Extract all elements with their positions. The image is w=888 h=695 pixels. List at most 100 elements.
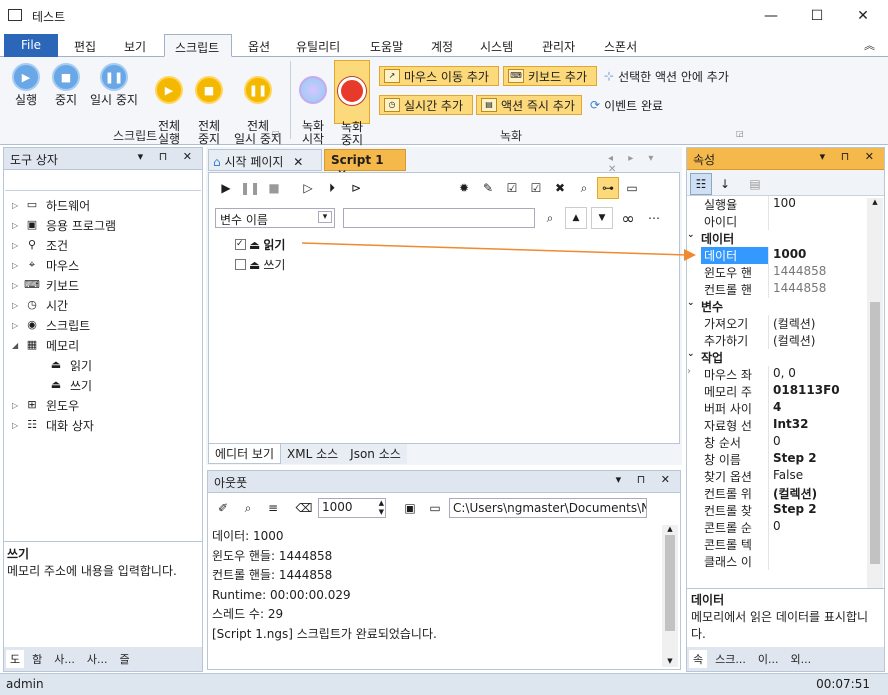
script-node-read[interactable]: ✓ ⏏ 읽기 bbox=[235, 236, 285, 253]
property-row[interactable]: 가져오기 (컬렉션) bbox=[687, 315, 884, 332]
tree-view-icon[interactable]: ⊶ bbox=[597, 177, 619, 199]
group-launcher-icon[interactable]: ◲ bbox=[272, 129, 280, 138]
expand-arrow-icon[interactable]: ▷ bbox=[12, 421, 24, 430]
toolbox-bottom-tab[interactable]: 함 bbox=[28, 650, 46, 668]
tab-account[interactable]: 계정 bbox=[421, 34, 463, 57]
expand-arrow-icon[interactable]: ▷ bbox=[12, 301, 24, 310]
expand-arrow-icon[interactable] bbox=[687, 468, 701, 485]
property-row[interactable]: 윈도우 핸 1444858 bbox=[687, 264, 884, 281]
tab-options[interactable]: 옵션 bbox=[238, 34, 280, 57]
group-launcher-icon-2[interactable]: ◲ bbox=[736, 129, 744, 138]
properties-bottom-tab[interactable]: 외... bbox=[786, 650, 815, 668]
step-into-icon[interactable]: ⏵ bbox=[321, 177, 343, 199]
property-row[interactable]: 데이터 1000 bbox=[687, 247, 884, 264]
tab-admin[interactable]: 관리자 bbox=[532, 34, 585, 57]
tab-script[interactable]: 스크립트 bbox=[164, 34, 232, 57]
add-inside-action-button[interactable]: ⊹ 선택한 액션 안에 추가 bbox=[600, 66, 750, 86]
script-node-write[interactable]: ⏏ 쓰기 bbox=[235, 256, 285, 273]
toolbox-subitem[interactable]: ⏏ 읽기 bbox=[12, 355, 202, 375]
delete-icon[interactable]: ✖ bbox=[549, 177, 571, 199]
collapse-arrow-icon[interactable]: ⌄ bbox=[687, 298, 701, 315]
property-row[interactable]: › 마우스 좌 0, 0 bbox=[687, 366, 884, 383]
expand-arrow-icon[interactable] bbox=[687, 196, 701, 213]
pause-icon[interactable]: ❚❚ bbox=[239, 177, 261, 199]
scroll-thumb[interactable] bbox=[665, 535, 675, 631]
expand-arrow-icon[interactable] bbox=[687, 417, 701, 434]
property-pages-icon[interactable]: ▤ bbox=[744, 173, 766, 195]
expand-arrow-icon[interactable] bbox=[687, 451, 701, 468]
expand-arrow-icon[interactable]: ▷ bbox=[12, 241, 24, 250]
run-button[interactable]: ▶ 실행 bbox=[8, 63, 44, 107]
panel-buttons[interactable]: ▾ ⊓ ✕ bbox=[616, 473, 676, 486]
minimize-button[interactable]: — bbox=[748, 0, 794, 31]
add-mouse-move-button[interactable]: ↗ 마우스 이동 추가 bbox=[379, 66, 499, 86]
save-icon[interactable]: ▣ bbox=[399, 497, 421, 519]
search-icon[interactable]: ⌕ bbox=[539, 207, 561, 229]
pause-button[interactable]: ❚❚ 일시 중지 bbox=[86, 63, 142, 107]
expand-arrow-icon[interactable]: ◢ bbox=[12, 341, 24, 350]
toolbox-item[interactable]: ▷ ⊞ 윈도우 bbox=[12, 395, 202, 415]
sort-alpha-icon[interactable]: ↓ bbox=[714, 173, 736, 195]
toolbox-search[interactable] bbox=[5, 171, 201, 191]
output-count-stepper[interactable]: 1000 ▲ ▼ bbox=[318, 498, 386, 518]
expand-arrow-icon[interactable] bbox=[687, 536, 701, 553]
toolbox-bottom-tab[interactable]: 사... bbox=[50, 650, 79, 668]
variable-value-input[interactable] bbox=[343, 208, 535, 228]
expand-arrow-icon[interactable]: ▷ bbox=[12, 321, 24, 330]
property-row[interactable]: 콘트롤 텍 bbox=[687, 536, 884, 553]
properties-scrollbar[interactable]: ▲ bbox=[867, 198, 883, 588]
scroll-thumb[interactable] bbox=[870, 302, 880, 564]
output-scrollbar[interactable]: ▲ ▼ bbox=[662, 525, 678, 667]
more-icon[interactable]: ⋯ bbox=[643, 207, 665, 229]
tab-editor-view[interactable]: 에디터 보기 bbox=[208, 444, 282, 464]
monitor-icon[interactable]: ▭ bbox=[621, 177, 643, 199]
expand-arrow-icon[interactable] bbox=[687, 315, 701, 332]
toolbox-item[interactable]: ▷ ⚲ 조건 bbox=[12, 235, 202, 255]
pause-all-button[interactable]: ❚❚ 전체 일시 중지 bbox=[230, 63, 286, 159]
add-action-now-button[interactable]: ▤ 액션 즉시 추가 bbox=[476, 95, 582, 115]
infinity-icon[interactable]: ∞ bbox=[617, 207, 639, 229]
maximize-button[interactable]: ☐ bbox=[794, 0, 840, 31]
check-icon[interactable]: ☑ bbox=[525, 177, 547, 199]
property-category[interactable]: ⌄ 데이터 bbox=[687, 230, 884, 247]
scroll-up-icon[interactable]: ▲ bbox=[662, 525, 678, 533]
panel-buttons[interactable]: ▾ ⊓ ✕ bbox=[820, 150, 880, 163]
tab-system[interactable]: 시스템 bbox=[470, 34, 523, 57]
move-up-icon[interactable]: ▲ bbox=[565, 207, 587, 229]
toolbox-item[interactable]: ▷ ⌖ 마우스 bbox=[12, 255, 202, 275]
property-row[interactable]: 창 이름 Step 2 bbox=[687, 451, 884, 468]
step-over-icon[interactable]: ⊳ bbox=[345, 177, 367, 199]
categorized-icon[interactable]: ☷ bbox=[690, 173, 712, 195]
toolbox-item[interactable]: ▷ ◷ 시간 bbox=[12, 295, 202, 315]
scroll-down-icon[interactable]: ▼ bbox=[662, 657, 678, 665]
toolbox-item[interactable]: ◢ ▦ 메모리 bbox=[12, 335, 202, 355]
property-row[interactable]: 메모리 주 018113F0 bbox=[687, 383, 884, 400]
expand-arrow-icon[interactable]: › bbox=[687, 366, 701, 383]
property-row[interactable]: 아이디 bbox=[687, 213, 884, 230]
property-row[interactable]: 추가하기 (컬렉션) bbox=[687, 332, 884, 349]
file-search-icon[interactable]: ⌕ bbox=[237, 497, 259, 519]
toolbox-item[interactable]: ▷ ☷ 대화 상자 bbox=[12, 415, 202, 435]
stop-button[interactable]: ■ 중지 bbox=[48, 63, 84, 107]
expand-arrow-icon[interactable] bbox=[687, 281, 701, 298]
add-realtime-button[interactable]: ◷ 실시간 추가 bbox=[379, 95, 473, 115]
expand-arrow-icon[interactable] bbox=[687, 502, 701, 519]
stop-all-button[interactable]: ■ 전체 중지 bbox=[190, 63, 228, 159]
property-row[interactable]: 실행율 100 bbox=[687, 196, 884, 213]
panel-buttons[interactable]: ▾ ⊓ ✕ bbox=[138, 150, 198, 163]
node-checkbox[interactable] bbox=[235, 259, 246, 270]
tab-view[interactable]: 보기 bbox=[114, 34, 156, 57]
property-category[interactable]: ⌄ 작업 bbox=[687, 349, 884, 366]
search-icon[interactable]: ⌕ bbox=[573, 177, 595, 199]
scroll-up-icon[interactable]: ▲ bbox=[867, 198, 883, 206]
broom-icon[interactable]: ✐ bbox=[212, 497, 234, 519]
expand-arrow-icon[interactable]: ▷ bbox=[12, 201, 24, 210]
property-row[interactable]: 컨트롤 핸 1444858 bbox=[687, 281, 884, 298]
variable-select[interactable]: 변수 이름 ▾ bbox=[215, 208, 335, 228]
expand-arrow-icon[interactable] bbox=[687, 213, 701, 230]
toolbox-bottom-tab[interactable]: 사... bbox=[83, 650, 112, 668]
tab-utility[interactable]: 유틸리티 bbox=[286, 34, 350, 57]
folder-icon[interactable]: ▭ bbox=[424, 497, 446, 519]
tab-help[interactable]: 도움말 bbox=[360, 34, 413, 57]
expand-arrow-icon[interactable] bbox=[687, 519, 701, 536]
